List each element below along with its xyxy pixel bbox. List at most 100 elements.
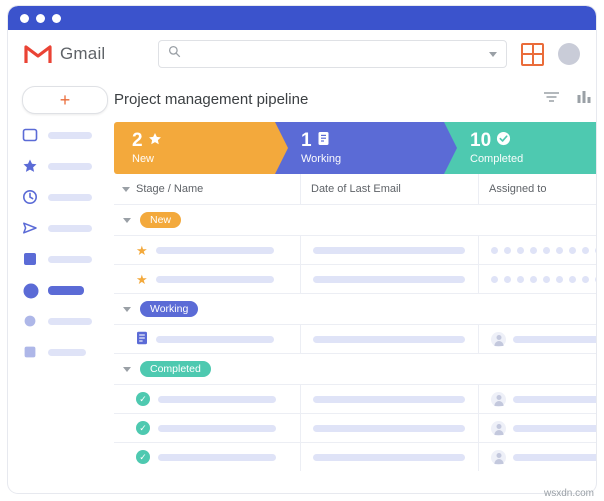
search-icon xyxy=(168,45,181,63)
funnel-stage-count: 2 xyxy=(132,131,143,150)
sidebar-item-sent[interactable] xyxy=(22,219,108,237)
status-badge: New xyxy=(140,212,181,229)
group-toggle[interactable] xyxy=(114,367,140,372)
group-row-working[interactable]: Working xyxy=(114,294,596,324)
send-icon xyxy=(22,220,38,236)
cell-date xyxy=(300,325,478,353)
cell-stage-name: ★ xyxy=(114,273,300,286)
cell-assigned xyxy=(478,443,596,471)
sidebar: + xyxy=(8,78,108,493)
gmail-brand-label: Gmail xyxy=(60,44,105,64)
funnel-arrow-1 xyxy=(275,122,288,174)
cell-assigned xyxy=(478,385,596,413)
name-placeholder xyxy=(156,336,274,343)
sidebar-item-label xyxy=(48,132,92,139)
column-label: Assigned to xyxy=(489,183,546,195)
search-input[interactable] xyxy=(158,40,507,68)
date-placeholder xyxy=(313,425,465,432)
table-header: Stage / Name Date of Last Email Assigned… xyxy=(114,174,596,205)
cell-date xyxy=(300,443,478,471)
sidebar-item-label-tertiary[interactable] xyxy=(22,343,108,361)
square-icon xyxy=(22,251,38,267)
circle-filled-icon xyxy=(22,282,38,298)
table-row[interactable]: ★ xyxy=(114,236,596,264)
sidebar-item-snoozed[interactable] xyxy=(22,188,108,206)
star-icon[interactable]: ★ xyxy=(136,273,148,286)
funnel-stage-working[interactable]: 1 Working xyxy=(275,122,444,174)
group-toggle[interactable] xyxy=(114,218,140,223)
apps-grid-icon[interactable] xyxy=(521,43,544,66)
group-row-new[interactable]: New xyxy=(114,205,596,235)
funnel-stage-count-group: 1 xyxy=(301,131,444,150)
pipeline-funnel: 2 New 1 Working xyxy=(114,122,596,174)
date-placeholder xyxy=(313,247,465,254)
date-placeholder xyxy=(313,396,465,403)
sidebar-item-starred[interactable] xyxy=(22,157,108,175)
table-row[interactable] xyxy=(114,325,596,353)
window-dot-minimize[interactable] xyxy=(36,14,45,23)
sidebar-item-label-active[interactable] xyxy=(22,281,108,299)
sidebar-item-drafts[interactable] xyxy=(22,250,108,268)
column-header-stage-name[interactable]: Stage / Name xyxy=(114,183,300,195)
document-icon[interactable] xyxy=(136,331,148,347)
name-placeholder xyxy=(158,425,276,432)
clock-icon xyxy=(22,189,38,205)
table-row[interactable]: ★ xyxy=(114,265,596,293)
assignee-placeholder xyxy=(513,396,596,403)
chevron-down-icon[interactable] xyxy=(123,367,131,372)
table-row[interactable]: ✓ xyxy=(114,385,596,413)
check-circle-icon xyxy=(496,131,511,150)
filter-icon[interactable] xyxy=(543,90,560,109)
table-row[interactable]: ✓ xyxy=(114,443,596,471)
window-dot-close[interactable] xyxy=(20,14,29,23)
avatar[interactable] xyxy=(558,43,580,65)
cell-date xyxy=(300,236,478,264)
cell-stage-name: ★ xyxy=(114,244,300,257)
group-row-completed[interactable]: Completed xyxy=(114,354,596,384)
date-placeholder xyxy=(313,454,465,461)
avatar-group xyxy=(491,247,596,254)
square-small-icon xyxy=(22,344,38,360)
star-icon[interactable]: ★ xyxy=(136,244,148,257)
app-body: + xyxy=(8,78,596,493)
chevron-down-icon[interactable] xyxy=(123,307,131,312)
check-circle-icon[interactable]: ✓ xyxy=(136,450,150,464)
sidebar-item-label xyxy=(48,163,92,170)
cell-assigned xyxy=(478,325,596,353)
status-badge: Completed xyxy=(140,361,211,378)
window-titlebar xyxy=(8,6,596,30)
avatar xyxy=(491,450,506,465)
date-placeholder xyxy=(313,276,465,283)
sidebar-item-label xyxy=(48,225,92,232)
sidebar-item-label-secondary[interactable] xyxy=(22,312,108,330)
funnel-stage-new[interactable]: 2 New xyxy=(114,122,275,174)
column-header-date[interactable]: Date of Last Email xyxy=(300,174,478,204)
gmail-logo-group[interactable]: Gmail xyxy=(24,44,144,65)
funnel-stage-completed[interactable]: 10 Completed xyxy=(444,122,596,174)
cell-date xyxy=(300,414,478,442)
chevron-down-icon[interactable] xyxy=(122,187,130,192)
compose-button[interactable]: + xyxy=(22,86,108,114)
sidebar-item-label xyxy=(48,194,92,201)
star-icon xyxy=(22,158,38,174)
group-toggle[interactable] xyxy=(114,307,140,312)
name-placeholder xyxy=(156,247,274,254)
watermark: wsxdn.com xyxy=(544,488,594,499)
bar-chart-icon[interactable] xyxy=(576,89,592,109)
table-row[interactable]: ✓ xyxy=(114,414,596,442)
cell-stage-name: ✓ xyxy=(114,392,300,406)
status-badge: Working xyxy=(140,301,198,318)
chevron-down-icon[interactable] xyxy=(489,52,497,57)
cell-assigned xyxy=(478,265,596,293)
check-circle-icon[interactable]: ✓ xyxy=(136,421,150,435)
main-toolbar xyxy=(543,89,596,110)
header-actions xyxy=(521,43,580,66)
window-dot-maximize[interactable] xyxy=(52,14,61,23)
chevron-down-icon[interactable] xyxy=(123,218,131,223)
avatar xyxy=(491,332,506,347)
check-circle-icon[interactable]: ✓ xyxy=(136,392,150,406)
column-header-assigned[interactable]: Assigned to xyxy=(478,174,596,204)
funnel-stage-count: 10 xyxy=(470,131,491,150)
cell-date xyxy=(300,385,478,413)
sidebar-item-inbox[interactable] xyxy=(22,126,108,144)
